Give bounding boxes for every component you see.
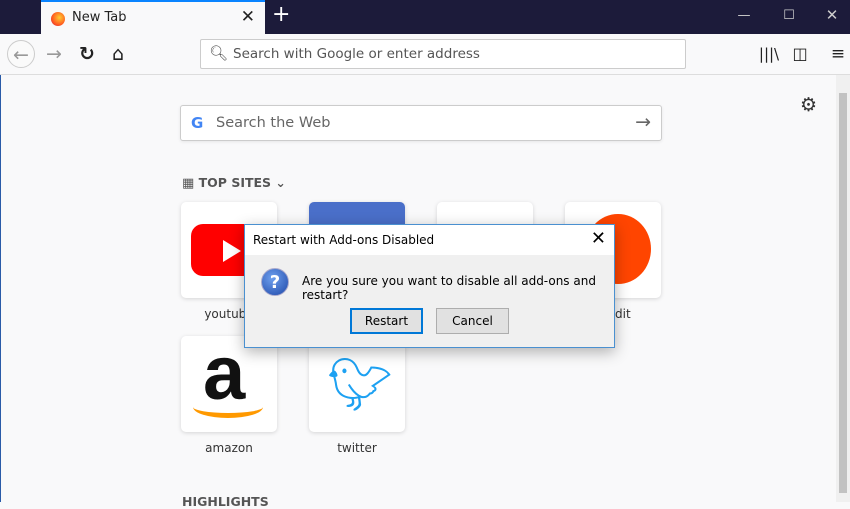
tile-label: amazon xyxy=(205,441,253,455)
minimize-button[interactable]: — xyxy=(734,8,754,23)
google-icon: G xyxy=(191,114,204,132)
tile-twitter[interactable]: 🐦︎ xyxy=(309,336,405,432)
web-search-input[interactable] xyxy=(216,115,616,131)
reload-button[interactable]: ↻ xyxy=(73,40,101,68)
gear-icon[interactable]: ⚙ xyxy=(800,94,817,116)
tab-new-tab[interactable]: New Tab ✕ xyxy=(41,0,265,34)
twitter-bird-icon: 🐦︎ xyxy=(327,355,394,415)
close-icon[interactable]: ✕ xyxy=(591,228,606,249)
home-button[interactable]: ⌂ xyxy=(104,40,132,68)
cancel-button[interactable]: Cancel xyxy=(436,308,509,334)
question-icon: ? xyxy=(261,268,289,296)
new-tab-button[interactable]: + xyxy=(272,2,290,27)
firefox-icon xyxy=(51,12,65,26)
maximize-button[interactable]: ☐ xyxy=(779,8,799,23)
tile-amazon[interactable]: a xyxy=(181,336,277,432)
restart-button[interactable]: Restart xyxy=(350,308,423,334)
top-sites-label: TOP SITES xyxy=(198,175,272,190)
nav-bar: ← → ↻ ⌂ 🔍︎ |||\ ◫ ≡ xyxy=(0,34,850,75)
library-icon[interactable]: |||\ xyxy=(755,40,783,68)
menu-icon[interactable]: ≡ xyxy=(824,40,850,68)
forward-button[interactable]: → xyxy=(40,40,68,68)
sidebar-icon[interactable]: ◫ xyxy=(786,40,814,68)
scrollbar-thumb[interactable] xyxy=(839,93,847,493)
close-tab-icon[interactable]: ✕ xyxy=(241,7,255,27)
tab-title: New Tab xyxy=(72,10,127,25)
grid-icon: ▦ xyxy=(182,176,195,191)
search-icon: 🔍︎ xyxy=(209,44,229,62)
chevron-down-icon: ⌄ xyxy=(275,175,286,190)
amazon-smile xyxy=(193,396,263,418)
address-input[interactable] xyxy=(233,46,673,62)
arrow-right-icon[interactable]: → xyxy=(635,111,651,133)
play-icon xyxy=(223,240,241,262)
dialog-title: Restart with Add-ons Disabled xyxy=(245,225,614,255)
dialog-message: Are you sure you want to disable all add… xyxy=(302,274,596,302)
scrollbar[interactable] xyxy=(836,75,850,502)
title-bar: New Tab ✕ + — ☐ ✕ xyxy=(0,0,850,34)
close-window-button[interactable]: ✕ xyxy=(822,6,842,24)
address-bar[interactable]: 🔍︎ xyxy=(200,39,686,69)
web-search-box[interactable]: G → xyxy=(180,105,662,141)
top-sites-header[interactable]: ▦ TOP SITES ⌄ xyxy=(182,175,286,191)
back-button[interactable]: ← xyxy=(7,40,35,68)
tile-label: twitter xyxy=(337,441,377,455)
restart-dialog: Restart with Add-ons Disabled ✕ ? Are yo… xyxy=(244,224,615,348)
